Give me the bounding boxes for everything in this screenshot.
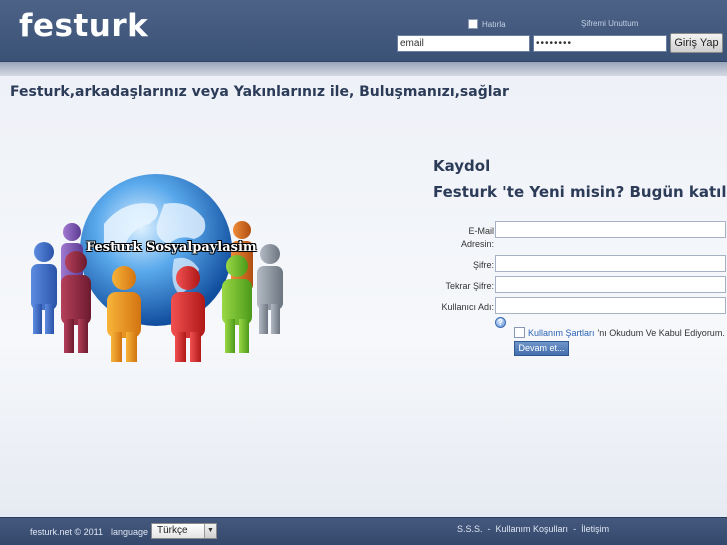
username-label: Kullanıcı Adı: (441, 302, 494, 312)
person-grey (257, 244, 283, 334)
email-label: E-Mail Adresin: (420, 225, 494, 251)
register-password-field[interactable] (495, 255, 726, 272)
globe-people-illustration (31, 174, 283, 362)
footer-separator: - (573, 524, 577, 534)
password-label: Şifre: (472, 260, 494, 270)
footer-separator: - (487, 524, 491, 534)
terms-checkbox[interactable] (514, 327, 525, 338)
footer-link-faq[interactable]: S.S.S. (457, 524, 483, 534)
login-button[interactable]: Giriş Yap (670, 33, 723, 53)
register-email-field[interactable] (495, 221, 726, 238)
terms-text: 'nı Okudum Ve Kabul Ediyorum. (597, 327, 725, 338)
person-blue (31, 242, 57, 334)
page-tagline: Festurk,arkadaşlarınız veya Yakınlarınız… (10, 84, 509, 100)
language-select-value: Türkçe (157, 525, 188, 536)
footer-copyright: festurk.net © 2011 (30, 527, 104, 537)
login-password-input[interactable]: •••••••• (533, 35, 667, 52)
register-username-field[interactable] (495, 297, 726, 314)
header-divider (0, 62, 727, 76)
hero-overlay-text: Festurk Sosyalpaylasim (86, 240, 257, 255)
email-label-line1: E-Mail (468, 226, 494, 236)
language-label: language (111, 527, 149, 537)
password-repeat-label: Tekrar Şifre: (445, 281, 494, 291)
terms-agreement[interactable]: Kullanım Şartları'nı Okudum Ve Kabul Edi… (514, 327, 725, 338)
chevron-down-icon[interactable]: ▼ (204, 524, 216, 538)
remember-me[interactable]: Hatırla (468, 19, 506, 29)
site-logo[interactable]: festurk (19, 8, 148, 44)
footer-links: S.S.S. - Kullanım Koşulları - İletişim (457, 524, 609, 534)
top-header: festurk Hatırla Şifremi Unuttum email ••… (0, 0, 727, 62)
terms-link[interactable]: Kullanım Şartları (528, 328, 595, 338)
register-subtitle: Festurk 'te Yeni misin? Bugün katıl! (433, 183, 727, 201)
register-password-repeat-field[interactable] (495, 276, 726, 293)
forgot-password-link[interactable]: Şifremi Unuttum (581, 19, 638, 28)
footer-link-terms[interactable]: Kullanım Koşulları (496, 524, 569, 534)
language-select[interactable]: Türkçe ▼ (151, 523, 217, 539)
remember-label: Hatırla (482, 19, 506, 29)
email-label-line2: Adresin: (460, 239, 494, 249)
remember-checkbox[interactable] (468, 19, 478, 29)
continue-button[interactable]: Devam et... (514, 341, 569, 356)
login-email-input[interactable]: email (397, 35, 530, 52)
footer: festurk.net © 2011 language Türkçe ▼ S.S… (0, 517, 727, 545)
help-icon[interactable]: ? (495, 317, 506, 328)
register-title: Kaydol (433, 157, 491, 175)
footer-link-contact[interactable]: İletişim (581, 524, 609, 534)
